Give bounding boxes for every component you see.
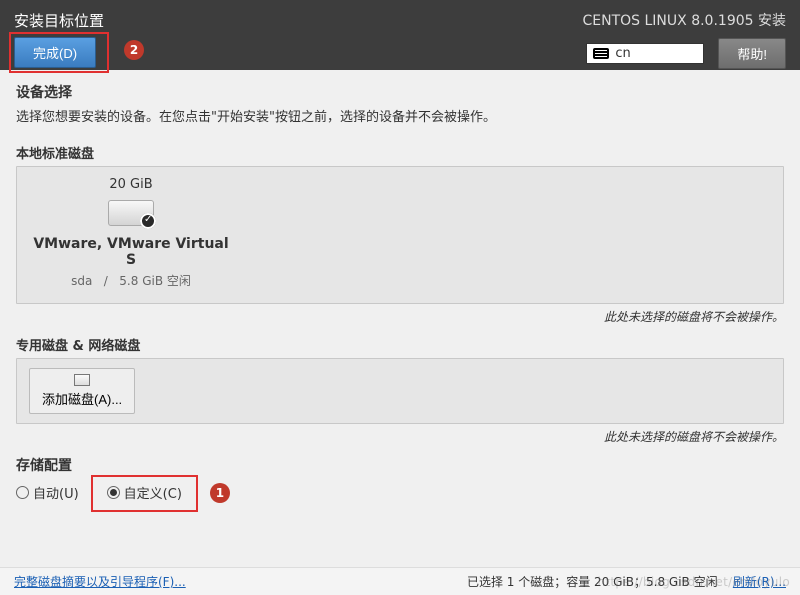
annotation-step-2: 2 [124,40,144,60]
header-right: CENTOS LINUX 8.0.1905 安装 cn 帮助! [583,10,787,60]
special-disks-note: 此处未选择的磁盘将不会被操作。 [16,428,784,445]
done-button-wrapper: 完成(D) [14,37,104,68]
keyboard-layout-label: cn [615,46,630,61]
device-select-desc: 选择您想要安装的设备。在您点击"开始安装"按钮之前，选择的设备并不会被操作。 [16,106,784,125]
local-disks-panel: 20 GiB VMware, VMware Virtual S sda / 5.… [16,166,784,304]
radio-custom-label: 自定义(C) [124,483,182,502]
add-disk-button[interactable]: 添加磁盘(A)... [29,368,135,414]
check-icon [142,215,154,227]
disk-name: VMware, VMware Virtual S [31,236,231,268]
header-toolbar: cn 帮助! [586,38,786,69]
storage-heading: 存储配置 [16,455,784,475]
disk-free: 5.8 GiB 空闲 [119,274,191,288]
keyboard-icon [593,48,609,59]
disk-sep: / [104,274,108,288]
footer-bar: 完整磁盘摘要以及引导程序(F)... 已选择 1 个磁盘；容量 20 GiB；5… [0,567,800,595]
done-button[interactable]: 完成(D) [14,37,96,68]
special-disks-panel: 添加磁盘(A)... [16,358,784,424]
help-button[interactable]: 帮助! [718,38,786,69]
add-disk-label: 添加磁盘(A)... [42,389,122,408]
local-disks-heading: 本地标准磁盘 [16,143,784,162]
installer-header: 安装目标位置 完成(D) 2 CENTOS LINUX 8.0.1905 安装 … [0,0,800,70]
disk-subinfo: sda / 5.8 GiB 空闲 [31,272,231,289]
radio-icon-auto [16,486,29,499]
radio-custom[interactable]: 自定义(C) [107,483,182,502]
header-left: 安装目标位置 完成(D) [14,10,104,60]
local-disks-note: 此处未选择的磁盘将不会被操作。 [16,308,784,325]
device-select-title: 设备选择 [16,82,784,102]
radio-auto[interactable]: 自动(U) [16,483,79,502]
footer-right: 已选择 1 个磁盘；容量 20 GiB；5.8 GiB 空闲 刷新(R)... [467,573,786,590]
storage-options-row: 自动(U) 自定义(C) 1 [16,479,784,506]
radio-icon-custom [107,486,120,499]
disk-icon [108,200,154,226]
storage-config: 存储配置 自动(U) 自定义(C) 1 [16,455,784,506]
keyboard-layout-indicator[interactable]: cn [586,43,704,64]
refresh-link[interactable]: 刷新(R)... [733,575,786,589]
special-disks-heading: 专用磁盘 & 网络磁盘 [16,335,784,354]
disk-item[interactable]: 20 GiB VMware, VMware Virtual S sda / 5.… [31,177,231,289]
radio-custom-wrapper: 自定义(C) [97,479,192,506]
disk-dev: sda [71,274,92,288]
page-title: 安装目标位置 [14,10,104,31]
disk-summary-link[interactable]: 完整磁盘摘要以及引导程序(F)... [14,573,186,590]
disk-size: 20 GiB [31,177,231,192]
add-disk-icon [74,374,90,386]
installer-subtitle: CENTOS LINUX 8.0.1905 安装 [583,10,787,30]
content-area: 设备选择 选择您想要安装的设备。在您点击"开始安装"按钮之前，选择的设备并不会被… [0,70,800,567]
annotation-step-1: 1 [210,483,230,503]
radio-auto-label: 自动(U) [33,483,79,502]
footer-status: 已选择 1 个磁盘；容量 20 GiB；5.8 GiB 空闲 [467,575,718,589]
